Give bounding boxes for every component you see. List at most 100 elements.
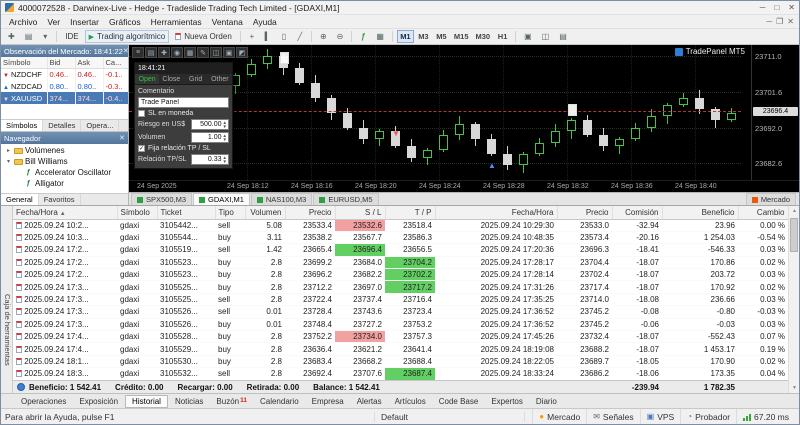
templates-button[interactable]: ▤ (555, 30, 571, 43)
history-row[interactable]: 2025.09.24 17:3...gdaxi3105525...buy2.82… (13, 281, 788, 293)
history-column-header[interactable]: Cambio (738, 206, 788, 219)
chart-close-icon[interactable]: ✕ (787, 17, 794, 26)
market-watch-column[interactable]: Ask (75, 57, 103, 68)
history-column-header[interactable]: Volumen (245, 206, 285, 219)
market-watch-column[interactable]: Bid (47, 57, 75, 68)
scroll-down-icon[interactable]: ▼ (789, 385, 799, 391)
history-row[interactable]: 2025.09.24 17:2...gdaxi3105523...buy2.82… (13, 256, 788, 268)
indicators-button[interactable]: ƒ (356, 30, 370, 43)
menu-item[interactable]: Ayuda (248, 16, 282, 28)
price-axis[interactable]: 23711.023701.623692.023682.623696.4 (751, 45, 799, 180)
history-row[interactable]: 2025.09.24 17:4...gdaxi3105528...buy2.82… (13, 331, 788, 343)
close-button[interactable]: ✕ (788, 3, 795, 12)
trade-panel-titlebar[interactable]: 18:41:21 (135, 63, 232, 74)
history-column-header[interactable]: Tipo (215, 206, 245, 219)
market-watch-tab[interactable]: Opera... (81, 120, 119, 131)
line-chart-button[interactable]: ╱ (293, 30, 307, 43)
chart-minimize-icon[interactable]: ─ (766, 17, 772, 26)
history-row[interactable]: 2025.09.24 17:3...gdaxi3105526...sell0.0… (13, 306, 788, 318)
tree-folder-item[interactable]: ▾Bill Williams (1, 156, 128, 167)
market-watch-column[interactable]: Ca... (103, 57, 128, 68)
toolbox-tab-expertos[interactable]: Expertos (485, 396, 529, 407)
toolbox-tab-code-base[interactable]: Code Base (433, 396, 485, 407)
sl-currency-checkbox[interactable]: SL en moneda (138, 110, 229, 117)
profiles-dropdown[interactable]: ▾ (38, 30, 52, 43)
timeframe-m30-button[interactable]: M30 (473, 30, 494, 43)
ea-toolbar-button[interactable]: ◫ (210, 47, 222, 58)
maximize-button[interactable]: □ (774, 3, 779, 12)
ea-toolbar-button[interactable]: ▦ (184, 47, 196, 58)
zoom-in-button[interactable]: ⊕ (316, 30, 331, 43)
toolbox-tab-diario[interactable]: Diario (530, 396, 563, 407)
history-row[interactable]: 2025.09.24 17:3...gdaxi3105525...sell2.8… (13, 293, 788, 305)
menu-item[interactable]: Insertar (65, 16, 104, 28)
history-column-header[interactable]: Precio (285, 206, 335, 219)
ea-toolbar-button[interactable]: ▤ (145, 47, 157, 58)
history-column-header[interactable]: T / P (385, 206, 435, 219)
trade-panel-tab-close[interactable]: Close (159, 74, 183, 84)
toolbox-tab-calendario[interactable]: Calendario (254, 396, 305, 407)
history-row[interactable]: 2025.09.24 17:4...gdaxi3105529...buy2.82… (13, 343, 788, 355)
connection-status[interactable]: 67.20 ms (736, 409, 795, 424)
timeframe-h1-button[interactable]: H1 (494, 30, 511, 43)
ea-toolbar-button[interactable]: ✚ (158, 47, 170, 58)
toolbox-tab-empresa[interactable]: Empresa (306, 396, 350, 407)
chart-tab[interactable]: NAS100,M3 (251, 193, 312, 205)
market-watch-row[interactable]: ▲NZDCAD0.80..0.80..-0.3.. (1, 80, 128, 92)
toolbox-tab-artículos[interactable]: Artículos (389, 396, 432, 407)
new-chart-button[interactable]: ✚ (4, 30, 19, 43)
history-scrollbar[interactable]: ▲ ▼ (788, 206, 799, 393)
trade-panel-tab-other[interactable]: Other (208, 74, 232, 84)
close-icon[interactable]: ✕ (123, 47, 128, 55)
close-icon[interactable]: ✕ (119, 134, 125, 142)
ea-toolbar-button[interactable]: ◩ (236, 47, 248, 58)
ea-toolbar-button[interactable]: ✎ (197, 47, 209, 58)
profile-name[interactable]: Default (375, 412, 525, 422)
tree-indicator-item[interactable]: ƒAlligator (1, 178, 128, 189)
menu-item[interactable]: Gráficos (104, 16, 146, 28)
trade-panel-tab-open[interactable]: Open (135, 74, 159, 84)
menu-item[interactable]: Herramientas (146, 16, 207, 28)
status-item-mercado[interactable]: ●Mercado (532, 409, 586, 424)
timeframe-m5-button[interactable]: M5 (433, 30, 450, 43)
volume-input[interactable] (193, 133, 223, 142)
spinner-icon[interactable]: ▲▼ (223, 134, 227, 142)
status-item-vps[interactable]: ▣VPS (640, 409, 681, 424)
tree-caret-icon[interactable]: ▾ (5, 158, 12, 165)
status-item-señales[interactable]: ✉Señales (586, 409, 639, 424)
menu-item[interactable]: Ver (42, 16, 65, 28)
autoscroll-button[interactable]: ▣ (520, 30, 536, 43)
history-row[interactable]: 2025.09.24 18:3...gdaxi3105532...sell2.8… (13, 368, 788, 380)
history-row[interactable]: 2025.09.24 18:1...gdaxi3105530...buy2.82… (13, 355, 788, 367)
navigator-tab[interactable]: Favoritos (39, 194, 81, 205)
chart-tab[interactable]: SPX500,M3 (131, 193, 192, 205)
history-column-header[interactable]: Beneficio (662, 206, 738, 219)
ide-button[interactable]: IDE (61, 30, 82, 43)
tree-caret-icon[interactable]: ▸ (5, 147, 12, 154)
grid-button[interactable]: ▦ (372, 30, 388, 43)
comment-input[interactable] (140, 98, 227, 107)
trade-panel-dialog[interactable]: 18:41:21 OpenCloseGridOther Comentario S… (134, 62, 233, 169)
scroll-up-icon[interactable]: ▲ (789, 208, 799, 214)
risk-input[interactable] (193, 120, 223, 129)
history-column-header[interactable]: S / L (335, 206, 385, 219)
chart-tab[interactable]: EURUSD,M5 (313, 193, 378, 205)
toolbox-tab-operaciones[interactable]: Operaciones (15, 396, 72, 407)
history-column-header[interactable]: Ticket (157, 206, 215, 219)
toolbox-tab-buzón[interactable]: Buzón11 (210, 396, 253, 407)
time-axis[interactable]: 24 Sep 202524 Sep 18:1224 Sep 18:1624 Se… (129, 180, 799, 192)
toolbox-tab-noticias[interactable]: Noticias (169, 396, 209, 407)
ea-toolbar-button[interactable]: ≡ (132, 47, 144, 58)
history-column-header[interactable]: Símbolo (117, 206, 157, 219)
history-column-header[interactable]: Fecha/Hora (435, 206, 557, 219)
tp-sl-ratio-checkbox[interactable]: ✓ Fija relación TP / SL (138, 145, 229, 152)
timeframe-m1-button[interactable]: M1 (397, 30, 414, 43)
zoom-out-button[interactable]: ⊖ (333, 30, 348, 43)
market-watch-tab[interactable]: Detalles (43, 120, 81, 131)
trade-panel-tab-grid[interactable]: Grid (184, 74, 208, 84)
navigator-tab[interactable]: General (1, 194, 39, 205)
new-order-button[interactable]: Nueva Orden (171, 30, 236, 43)
history-column-header[interactable]: Fecha/Hora▲ (13, 206, 117, 219)
ea-toolbar-button[interactable]: ▣ (223, 47, 235, 58)
market-watch-row[interactable]: ▼NZDCHF0.46..0.46..-0.1.. (1, 68, 128, 80)
